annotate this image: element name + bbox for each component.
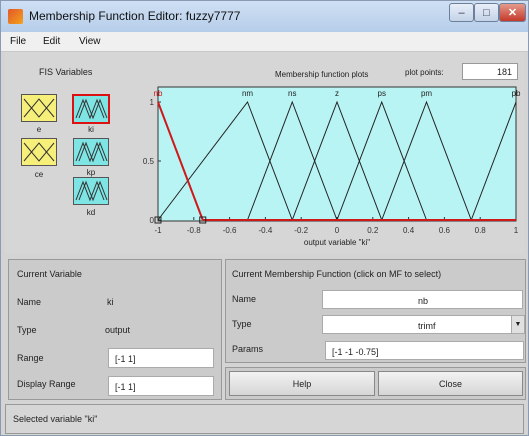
mf-label-pm[interactable]: pm	[421, 89, 432, 98]
x-tick-label: 0.2	[367, 226, 379, 235]
mf-type-label: Type	[232, 319, 252, 329]
mf-params-input[interactable]: [-1 -1 -0.75]	[325, 341, 524, 360]
mf-label-z[interactable]: z	[335, 89, 339, 98]
x-tick-label: -0.8	[187, 226, 201, 235]
mf-params-label: Params	[232, 344, 264, 354]
mf-name-input[interactable]: nb	[322, 290, 523, 309]
mf-name-label: Name	[232, 294, 257, 304]
help-button[interactable]: Help	[229, 371, 375, 396]
mf-label-nb[interactable]: nb	[154, 89, 163, 98]
x-tick-label: 0.4	[403, 226, 415, 235]
cv-display-range-label: Display Range	[17, 379, 76, 389]
mf-label-nm[interactable]: nm	[242, 89, 253, 98]
x-tick-label: 1	[514, 226, 519, 235]
plot-area	[157, 86, 517, 222]
current-mf-title: Current Membership Function (click on MF…	[232, 269, 442, 279]
status-bar: Selected variable "ki"	[5, 404, 524, 434]
membership-function-plot[interactable]: -1 -0.8 -0.6 -0.4 -0.2 0 0.2 0.4 0.6 0.8 100.51nb n…	[1, 1, 529, 261]
cv-type-label: Type	[17, 325, 37, 335]
x-tick-label: 0.8	[475, 226, 487, 235]
y-tick-label: 0	[150, 216, 155, 225]
mf-type-value: trimf	[418, 321, 436, 331]
x-axis-label: output variable "ki"	[304, 238, 370, 247]
x-tick-label: 0.6	[439, 226, 451, 235]
cv-range-input[interactable]: [-1 1]	[108, 348, 214, 368]
mf-label-ps[interactable]: ps	[378, 89, 386, 98]
y-tick-label: 1	[150, 98, 155, 107]
y-tick-label: 0.5	[143, 157, 155, 166]
mf-editor-window: Membership Function Editor: fuzzy7777 – …	[0, 0, 529, 436]
x-tick-label: 0	[335, 226, 340, 235]
x-tick-label: -0.6	[223, 226, 237, 235]
cv-display-range-input[interactable]: [-1 1]	[108, 376, 214, 396]
close-button[interactable]: Close	[378, 371, 523, 396]
mf-label-pb[interactable]: pb	[512, 89, 521, 98]
cv-name-label: Name	[17, 297, 42, 307]
cv-name-value: ki	[107, 297, 114, 307]
current-variable-title: Current Variable	[17, 269, 82, 279]
x-tick-label: -1	[154, 226, 162, 235]
mf-label-ns[interactable]: ns	[288, 89, 296, 98]
cv-type-value: output	[105, 325, 131, 335]
chevron-down-icon[interactable]: ▼	[511, 316, 524, 333]
x-tick-label: -0.2	[294, 226, 308, 235]
cv-range-label: Range	[17, 353, 44, 363]
x-tick-label: -0.4	[259, 226, 273, 235]
mf-type-select[interactable]: trimf ▼	[322, 315, 525, 334]
